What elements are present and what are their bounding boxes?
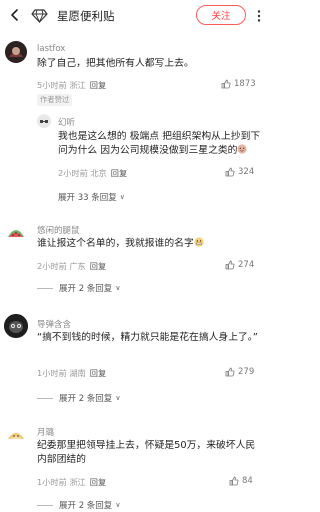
reply-username[interactable]: 幻听 — [58, 116, 75, 128]
author-liked-badge: 作者赞过 — [37, 94, 73, 106]
comment-username[interactable]: 悠闲的腿鼠 — [37, 224, 80, 236]
comment-username[interactable]: 导弹含含 — [37, 318, 71, 330]
comment-meta: 5小时前 浙江 回复 — [37, 79, 106, 91]
expand-replies-button[interactable]: 展开 33 条回复 ∨ — [58, 191, 125, 203]
comment-username[interactable]: 月璐 — [37, 426, 54, 438]
comment-text: “搞不到钱的时候，精力就只能是花在搞人身上了。” — [37, 332, 258, 343]
comment-meta: 1小时前 湖南 回复 — [37, 367, 106, 379]
chevron-down-icon: ∨ — [115, 501, 121, 509]
expand-label: 展开 33 条回复 — [58, 193, 117, 203]
comment-time: 5小时前 浙江 — [37, 80, 86, 90]
like-count: 84 — [242, 476, 253, 486]
divider-line — [37, 287, 53, 289]
expand-label: 展开 2 条回复 — [59, 501, 113, 511]
chevron-down-icon: ∨ — [115, 284, 121, 292]
comment-time: 1小时前 浙江 — [37, 477, 86, 487]
reply-button[interactable]: 回复 — [90, 477, 106, 487]
blush-emoji-icon — [237, 144, 248, 154]
reply-text: 我也是这么想的 极端点 把组织架构从上抄到下问为什么 因为公司规模没做到三星之类… — [58, 130, 262, 158]
expand-replies-button[interactable]: 展开 2 条回复 ∨ — [37, 282, 120, 294]
chevron-left-icon[interactable] — [8, 8, 22, 22]
like-count: 279 — [238, 367, 255, 377]
more-vertical-icon[interactable] — [254, 9, 264, 23]
like-button[interactable]: 1873 — [221, 79, 256, 89]
comment-time: 2小时前 广东 — [37, 261, 86, 271]
diamond-icon — [31, 9, 48, 24]
avatar[interactable] — [5, 41, 27, 63]
avatar[interactable] — [4, 314, 28, 338]
chevron-down-icon: ∨ — [119, 193, 125, 201]
thumbs-up-icon — [225, 167, 235, 177]
reply-button[interactable]: 回复 — [90, 261, 106, 271]
reply-button[interactable]: 回复 — [90, 80, 106, 90]
like-button[interactable]: 324 — [225, 167, 254, 177]
thumbs-up-icon — [221, 79, 231, 89]
comment-text: 谁让报这个名单的，我就报谁的名字 — [37, 237, 257, 251]
comment-text: 纪委那里把领导挂上去，怀疑是50万，来破坏人民内部团结的 — [37, 440, 256, 465]
divider-line — [37, 504, 53, 506]
reply-time: 2小时前 北京 — [58, 168, 107, 178]
top-bar: 星愿便利贴 关注 — [0, 0, 267, 32]
comment-time: 1小时前 湖南 — [37, 368, 86, 378]
avatar[interactable] — [6, 225, 26, 245]
avatar[interactable] — [6, 425, 26, 445]
like-count: 1873 — [234, 79, 256, 89]
comment-text-content: 谁让报这个名单的，我就报谁的名字 — [37, 238, 194, 249]
reply-text-content: 我也是这么想的 极端点 把组织架构从上抄到下问为什么 因为公司规模没做到三星之类… — [58, 131, 261, 156]
chevron-down-icon: ∨ — [115, 394, 121, 402]
divider-line — [37, 397, 53, 399]
comment-meta: 2小时前 广东 回复 — [37, 260, 106, 272]
thumbs-up-icon — [225, 367, 235, 377]
expand-replies-button[interactable]: 展开 2 条回复 ∨ — [37, 392, 120, 404]
thumbs-up-icon — [225, 260, 235, 270]
like-count: 274 — [238, 260, 255, 270]
reply-button[interactable]: 回复 — [111, 168, 127, 178]
comment-username[interactable]: lastfox — [37, 44, 65, 54]
grimace-emoji-icon — [194, 237, 204, 247]
forum-title[interactable]: 星愿便利贴 — [57, 8, 115, 24]
reply-button[interactable]: 回复 — [90, 368, 106, 378]
expand-label: 展开 2 条回复 — [59, 394, 113, 404]
reply-meta: 2小时前 北京 回复 — [58, 167, 127, 179]
like-button[interactable]: 274 — [225, 260, 254, 270]
expand-label: 展开 2 条回复 — [59, 284, 113, 294]
thumbs-up-icon — [229, 476, 239, 486]
like-button[interactable]: 84 — [229, 476, 253, 486]
avatar[interactable] — [37, 114, 51, 128]
expand-replies-button[interactable]: 展开 2 条回复 ∨ — [37, 499, 120, 511]
comment-text: 除了自己，把其他所有人都写上去。 — [37, 58, 194, 69]
comment-meta: 1小时前 浙江 回复 — [37, 476, 106, 488]
follow-button[interactable]: 关注 — [196, 5, 246, 25]
like-count: 324 — [238, 167, 255, 177]
like-button[interactable]: 279 — [225, 367, 254, 377]
